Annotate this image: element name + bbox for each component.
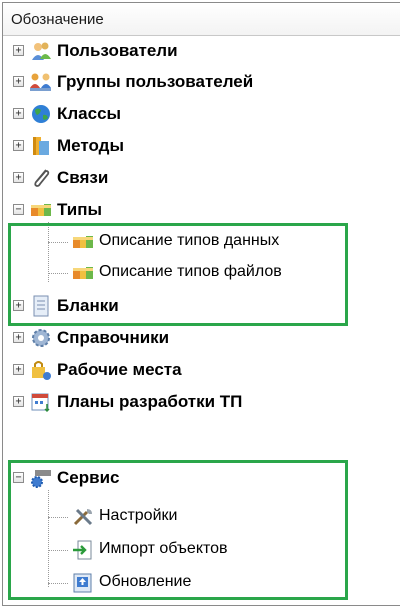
expand-icon[interactable]: + <box>13 300 24 311</box>
tree-item-file-types[interactable]: Описание типов файлов <box>3 260 400 290</box>
tree-item-settings[interactable]: Настройки <box>3 504 400 534</box>
tree-item-service[interactable]: − Сервис <box>3 465 400 495</box>
users-icon <box>32 42 51 60</box>
tools-icon <box>73 508 93 526</box>
tree-item-label: Справочники <box>57 328 170 347</box>
tree-item-label: Связи <box>57 168 109 187</box>
tree-item-update[interactable]: Обновление <box>3 570 400 600</box>
tree-item-label: Обновление <box>99 573 192 590</box>
tree-item-label: Методы <box>57 136 124 155</box>
expand-icon[interactable]: + <box>13 45 24 56</box>
tree-item-label: Импорт объектов <box>99 540 228 557</box>
tree-item-forms[interactable]: + Бланки <box>3 293 400 323</box>
expand-icon[interactable]: + <box>13 364 24 375</box>
paperclip-icon <box>34 169 50 187</box>
methods-icon <box>33 137 49 155</box>
tree-item-import[interactable]: Импорт объектов <box>3 537 400 567</box>
expand-icon[interactable]: + <box>13 396 24 407</box>
cubes-icon <box>73 236 93 248</box>
tree-item-dev-plans[interactable]: + Планы разработки ТП <box>3 389 400 419</box>
calendar-plan-icon <box>31 393 50 413</box>
tree-item-label: Рабочие места <box>57 360 182 379</box>
tree-item-methods[interactable]: + Методы <box>3 133 400 163</box>
tree-item-label: Планы разработки ТП <box>57 392 243 411</box>
tree-item-user-groups[interactable]: + Группы пользователей <box>3 69 400 99</box>
tree-item-label: Типы <box>57 200 102 219</box>
expand-icon[interactable]: + <box>13 140 24 151</box>
expand-icon[interactable]: + <box>13 332 24 343</box>
tree-item-label: Группы пользователей <box>57 72 254 91</box>
tree-item-label: Пользователи <box>57 41 178 60</box>
panel-edge <box>396 36 398 603</box>
tree-item-data-types[interactable]: Описание типов данных <box>3 229 400 259</box>
column-header-label: Обозначение <box>11 11 104 28</box>
import-icon <box>73 540 92 560</box>
tree-item-workplaces[interactable]: + Рабочие места <box>3 357 400 387</box>
tree-item-label: Описание типов данных <box>99 232 280 249</box>
tree-panel: Обозначение + Пользователи + Группы поль… <box>2 2 400 606</box>
tree-item-classes[interactable]: + Классы <box>3 101 400 131</box>
tree-item-label: Сервис <box>57 468 120 487</box>
globe-icon <box>32 105 50 123</box>
tree-item-label: Классы <box>57 104 122 123</box>
collapse-icon[interactable]: − <box>13 204 24 215</box>
update-icon <box>73 573 92 593</box>
user-groups-icon <box>30 73 51 91</box>
service-icon <box>31 470 51 488</box>
collapse-icon[interactable]: − <box>13 472 24 483</box>
column-header[interactable]: Обозначение <box>3 3 400 36</box>
tree-item-types[interactable]: − Типы <box>3 197 400 227</box>
tree-item-label: Описание типов файлов <box>99 263 282 280</box>
expand-icon[interactable]: + <box>13 172 24 183</box>
tree-item-references[interactable]: + Справочники <box>3 325 400 355</box>
tree-item-label: Настройки <box>99 507 178 524</box>
form-icon <box>33 295 49 317</box>
tree-item-users[interactable]: + Пользователи <box>3 38 400 68</box>
expand-icon[interactable]: + <box>13 76 24 87</box>
workplace-lock-icon <box>32 361 51 380</box>
expand-icon[interactable]: + <box>13 108 24 119</box>
tree-item-links[interactable]: + Связи <box>3 165 400 195</box>
cubes-icon <box>73 267 93 279</box>
tree-item-label: Бланки <box>57 296 119 315</box>
cubes-icon <box>31 204 51 216</box>
gear-icon <box>32 329 50 347</box>
